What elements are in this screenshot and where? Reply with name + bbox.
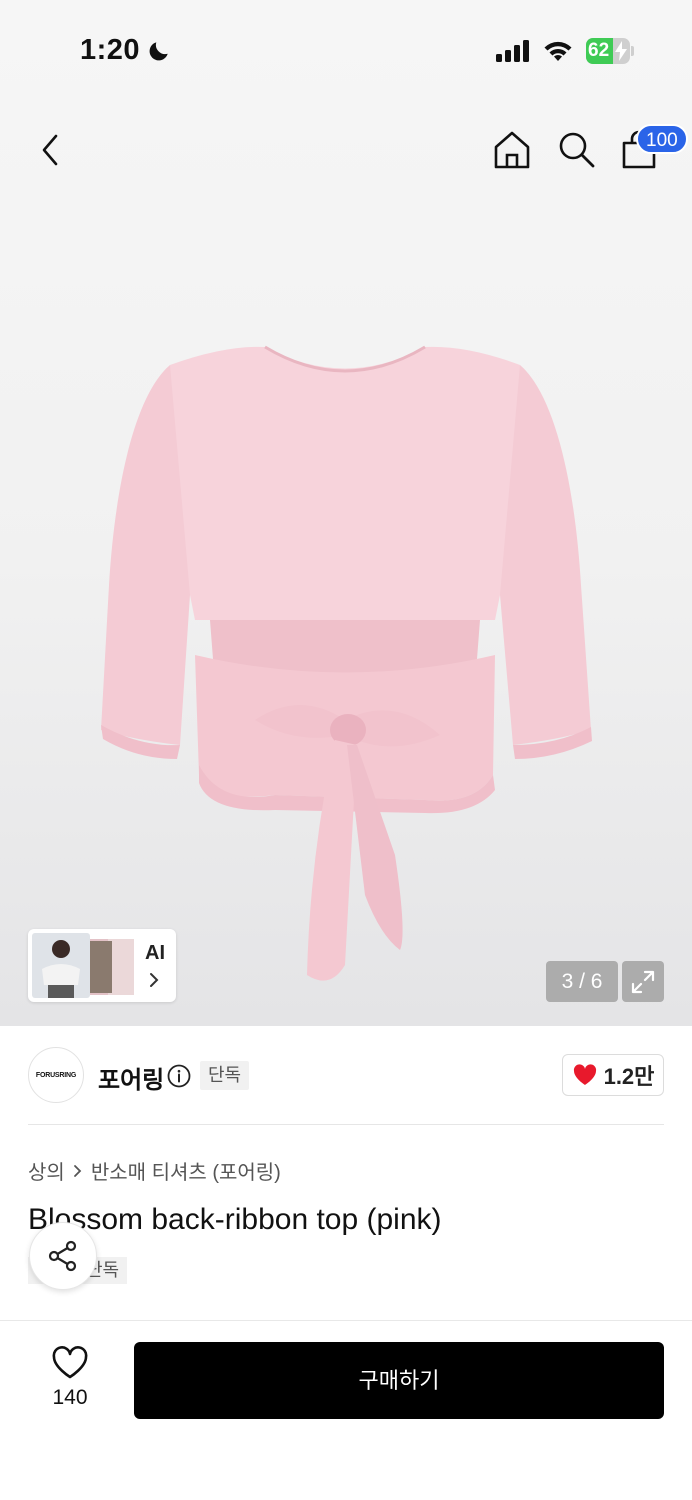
expand-icon <box>631 970 655 993</box>
home-icon <box>494 131 530 169</box>
product-image-area[interactable]: 1:20 62 100 AI 3 / 6 <box>0 0 692 1026</box>
back-button[interactable] <box>30 128 70 172</box>
home-button[interactable] <box>490 128 534 172</box>
status-time: 1:20 <box>80 34 141 66</box>
brand-name[interactable]: 포어링 <box>98 1060 164 1095</box>
chevron-left-icon <box>42 134 58 166</box>
product-title: Blossom back-ribbon top (pink) <box>28 1203 442 1236</box>
battery-tip <box>631 46 634 56</box>
wifi-icon <box>544 41 572 61</box>
image-counter: 3 / 6 <box>546 961 618 1002</box>
wishlist-button[interactable]: 140 <box>30 1342 110 1418</box>
moon-icon <box>149 42 168 61</box>
heart-outline-icon <box>52 1346 88 1379</box>
breadcrumb: 상의 반소매 티셔츠 (포어링) <box>28 1156 281 1185</box>
brand-like-button[interactable]: 1.2만 <box>562 1054 664 1096</box>
divider <box>28 1124 664 1125</box>
buy-button[interactable]: 구매하기 <box>134 1342 664 1419</box>
battery-level: 62 <box>588 40 610 61</box>
exclusive-badge: 단독 <box>200 1061 250 1090</box>
wishlist-count: 140 <box>52 1386 88 1409</box>
breadcrumb-subcategory[interactable]: 반소매 티셔츠 (포어링) <box>91 1156 281 1185</box>
breadcrumb-category[interactable]: 상의 <box>28 1156 65 1185</box>
heart-filled-icon <box>573 1064 596 1085</box>
chevron-right-icon <box>73 1164 82 1177</box>
battery-indicator: 62 <box>586 38 630 64</box>
share-button[interactable] <box>29 1222 97 1290</box>
share-icon <box>48 1240 77 1272</box>
charging-bolt-icon <box>615 41 627 61</box>
ai-outfit-thumbnails <box>32 933 134 998</box>
cart-count-badge: 100 <box>636 124 688 154</box>
product-photo-pink-top <box>101 345 592 981</box>
status-bar: 1:20 62 <box>0 0 692 100</box>
search-icon <box>559 132 595 168</box>
fullscreen-button[interactable] <box>622 961 664 1002</box>
chevron-right-icon <box>150 973 159 987</box>
ai-label: AI <box>145 942 165 964</box>
cellular-signal-icon <box>496 40 529 62</box>
brand-like-count: 1.2만 <box>603 1064 655 1089</box>
brand-logo[interactable]: FORUSRING <box>28 1047 84 1103</box>
search-button[interactable] <box>554 128 598 172</box>
info-icon[interactable] <box>167 1064 191 1088</box>
ai-styling-chip[interactable]: AI <box>28 929 176 1002</box>
